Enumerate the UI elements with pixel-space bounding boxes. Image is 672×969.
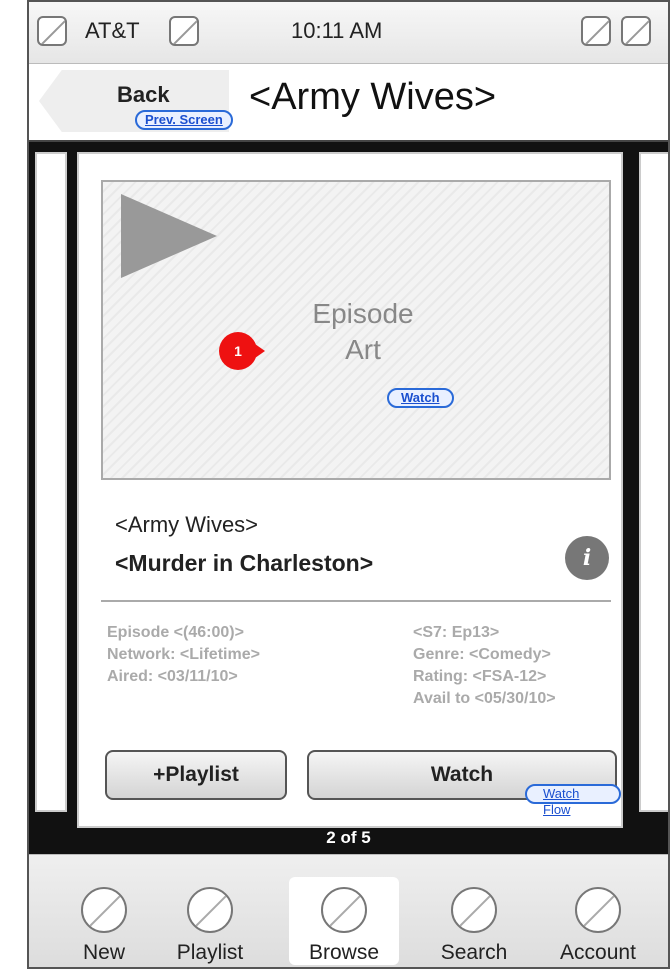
network: Network: <Lifetime> — [107, 646, 260, 663]
new-icon — [81, 887, 127, 933]
carrier-label: AT&T — [85, 18, 140, 43]
tab-playlist[interactable]: Playlist — [155, 877, 265, 965]
season-episode: <S7: Ep13> — [413, 624, 500, 641]
episode-meta-left: Episode <(46:00)> Network: <Lifetime> Ai… — [107, 622, 260, 688]
signal-icon — [37, 16, 67, 46]
episode-title: <Murder in Charleston> — [115, 550, 374, 576]
aired-date: Aired: <03/11/10> — [107, 668, 238, 685]
art-label-line1: Episode — [312, 298, 414, 329]
tab-playlist-label: Playlist — [176, 941, 244, 964]
play-icon[interactable] — [121, 194, 217, 278]
info-icon[interactable]: i — [565, 536, 609, 580]
playlist-icon — [187, 887, 233, 933]
tab-account-label: Account — [560, 941, 636, 964]
status-bar: AT&T 10:11 AM — [29, 2, 668, 64]
back-button-label[interactable]: Back — [117, 82, 170, 108]
episode-meta-right: <S7: Ep13> Genre: <Comedy> Rating: <FSA-… — [413, 622, 556, 710]
tab-new-label: New — [82, 941, 125, 964]
tab-account[interactable]: Account — [543, 877, 653, 965]
watch-flow-link[interactable]: Watch Flow — [525, 784, 621, 817]
tab-new[interactable]: New — [49, 877, 159, 965]
prev-screen-link[interactable]: Prev. Screen — [135, 110, 233, 130]
tab-bar: New Playlist Browse Search Account — [29, 854, 668, 967]
add-to-playlist-button[interactable]: +Playlist — [105, 750, 287, 800]
duration: Episode <(46:00)> — [107, 624, 244, 641]
wifi-icon — [169, 16, 199, 46]
next-card-peek[interactable] — [639, 152, 668, 812]
browse-icon — [321, 887, 367, 933]
phone-frame: AT&T 10:11 AM Back Prev. Screen <Army Wi… — [27, 0, 670, 969]
status-time: 10:11 AM — [291, 18, 383, 43]
tab-browse[interactable]: Browse — [289, 877, 399, 965]
search-icon — [451, 887, 497, 933]
nav-bar: Back Prev. Screen <Army Wives> — [29, 64, 668, 142]
tab-browse-label: Browse — [308, 941, 380, 964]
rating: Rating: <FSA-12> — [413, 668, 547, 685]
tab-search[interactable]: Search — [419, 877, 529, 965]
art-label-line2: Art — [345, 334, 381, 365]
episode-art-label: Episode Art — [293, 296, 433, 368]
battery-icon — [621, 16, 651, 46]
page-indicator: 2 of 5 — [326, 828, 371, 847]
account-icon — [575, 887, 621, 933]
annotation-marker: 1 — [219, 332, 265, 370]
episode-carousel[interactable]: Episode Art 1 Watch <Army Wives> <Murder… — [29, 142, 668, 854]
previous-card-peek[interactable] — [35, 152, 67, 812]
show-name: <Army Wives> — [115, 512, 259, 537]
divider — [101, 600, 611, 602]
tab-search-label: Search — [440, 941, 508, 964]
page-title: <Army Wives> — [249, 76, 497, 118]
art-watch-link[interactable]: Watch — [387, 388, 454, 408]
availability: Avail to <05/30/10> — [413, 690, 556, 707]
episode-card: Episode Art 1 Watch <Army Wives> <Murder… — [77, 152, 623, 828]
genre: Genre: <Comedy> — [413, 646, 551, 663]
episode-art[interactable]: Episode Art 1 Watch — [101, 180, 611, 480]
bluetooth-icon — [581, 16, 611, 46]
